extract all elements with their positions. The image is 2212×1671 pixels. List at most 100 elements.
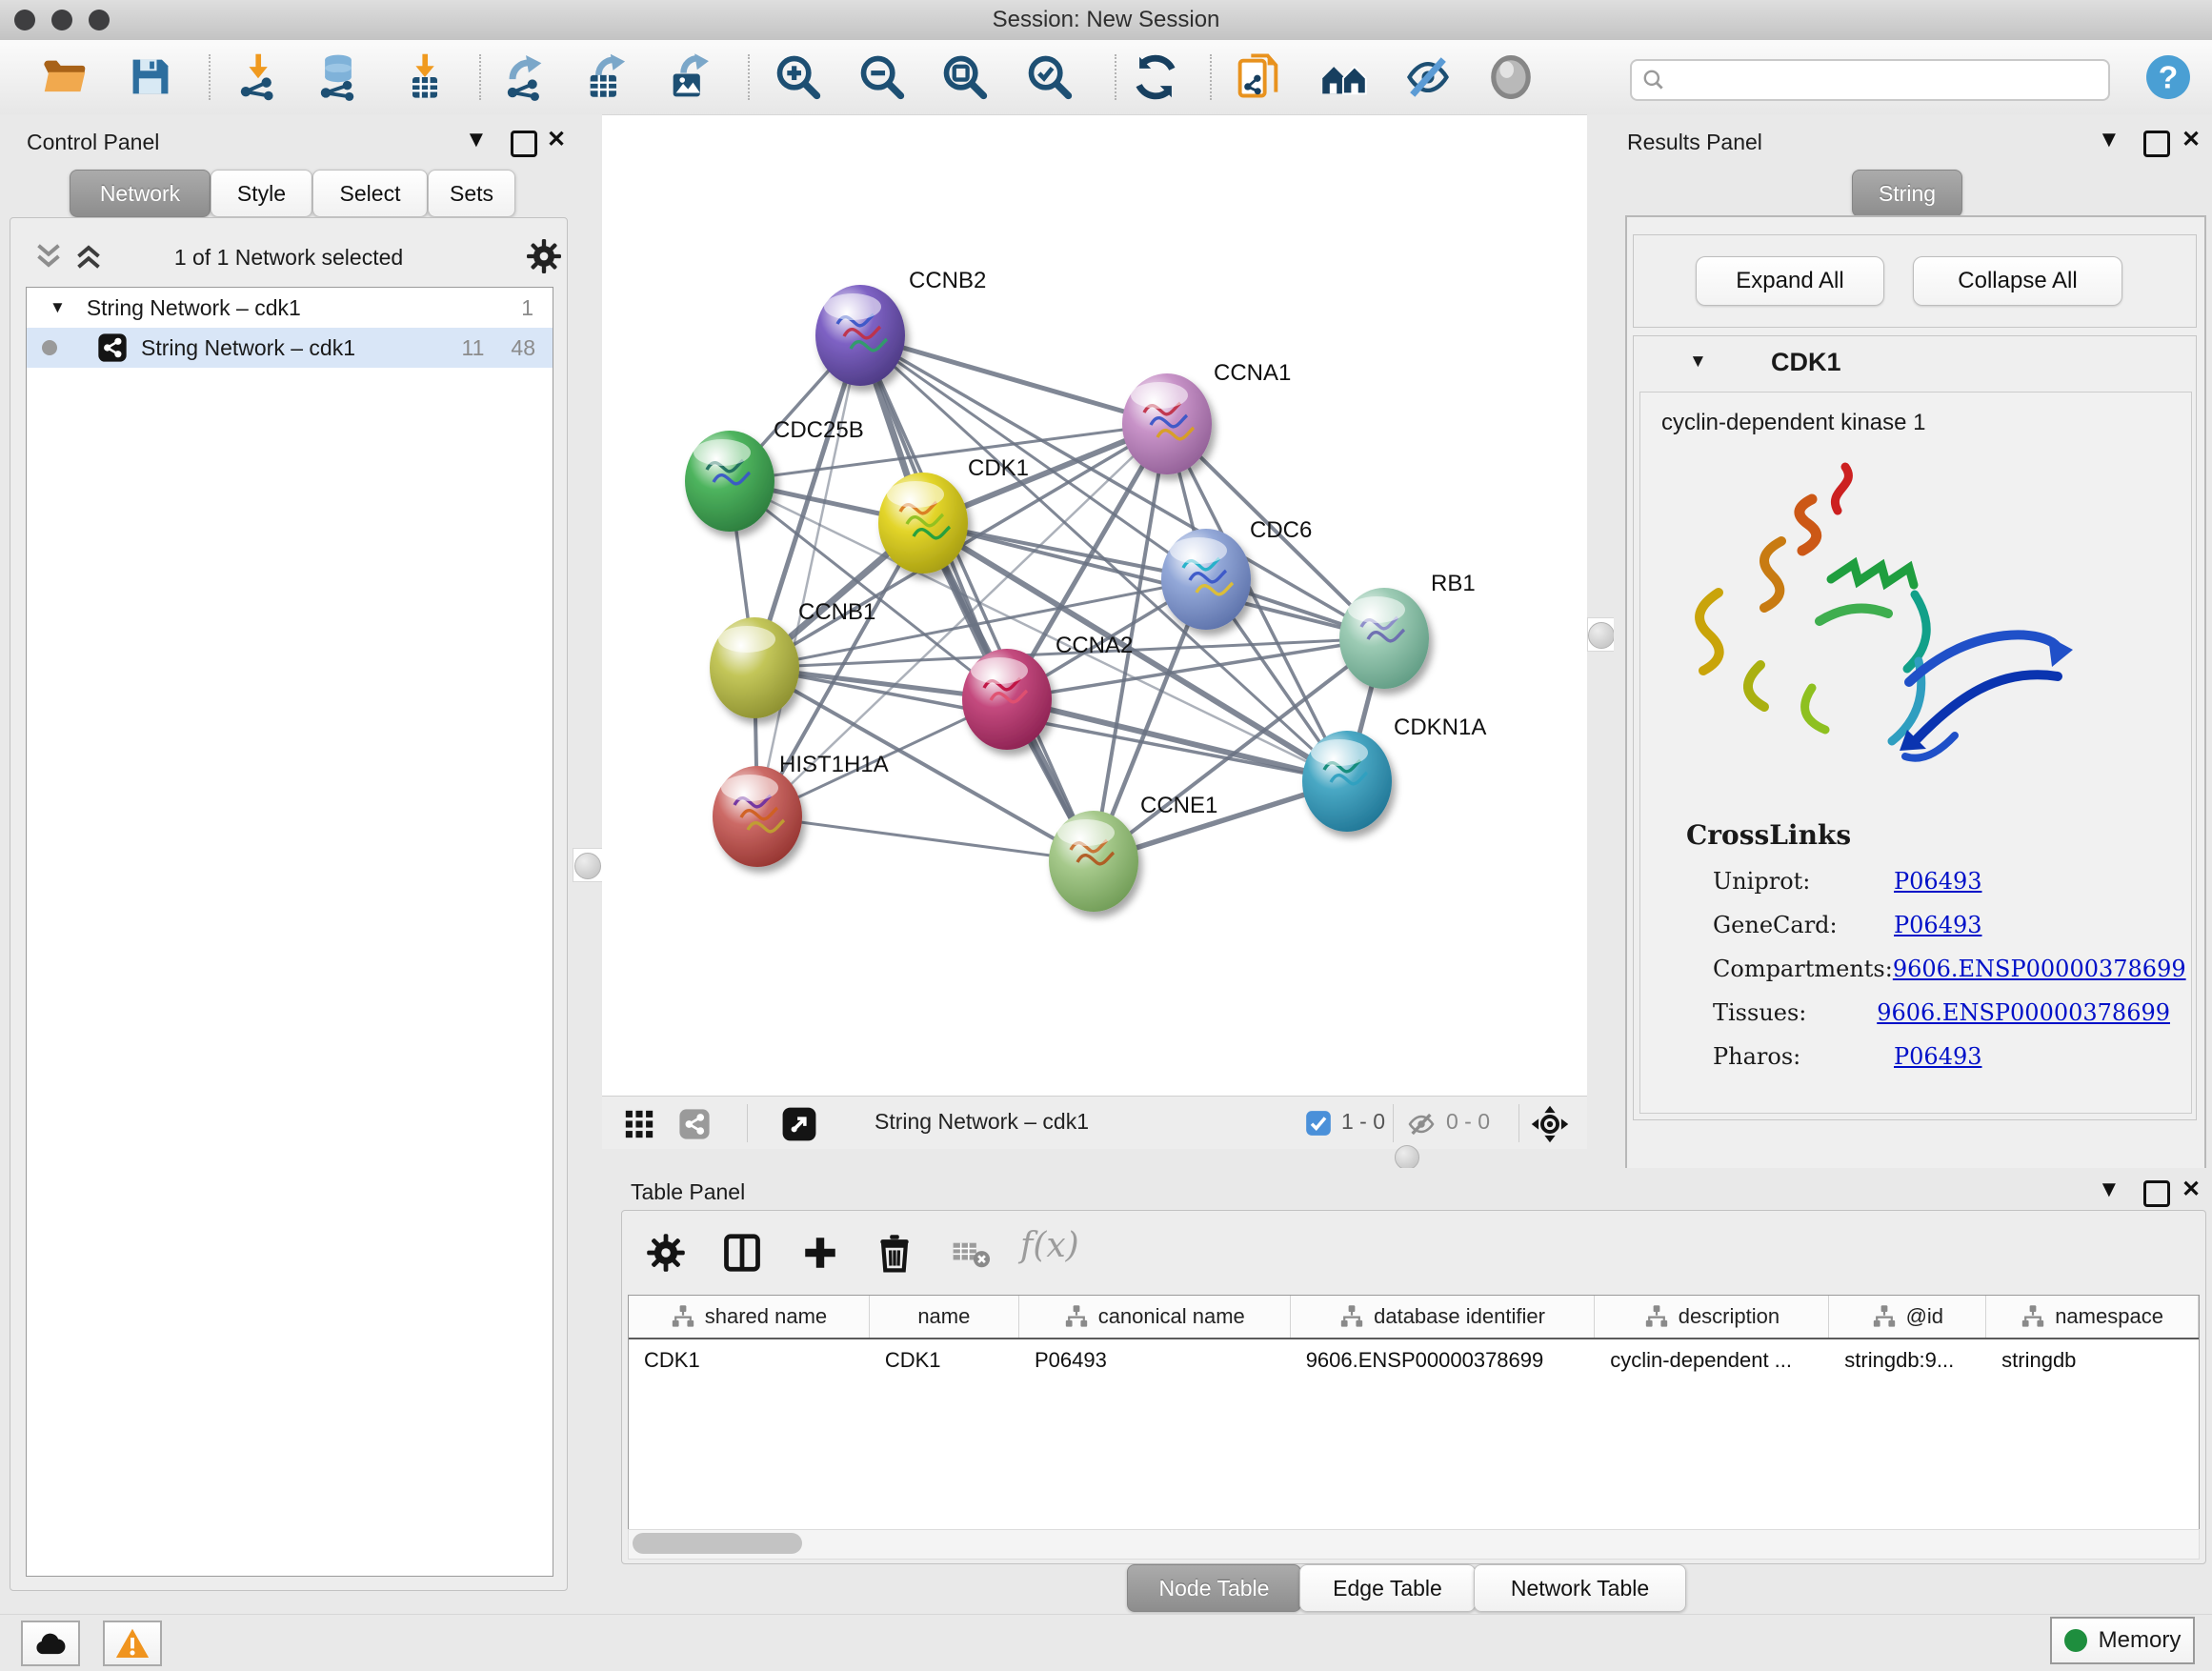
edge-CCNA2-CDKN1A[interactable] bbox=[1007, 699, 1347, 781]
table-panel-close-icon[interactable]: ✕ bbox=[2182, 1178, 2201, 1202]
node-CDC6[interactable] bbox=[1161, 529, 1251, 630]
save-session-icon[interactable] bbox=[126, 52, 175, 102]
node-CDC25B[interactable] bbox=[685, 431, 774, 532]
main-toolbar: ? bbox=[0, 40, 2212, 115]
control-panel-collapse-icon[interactable]: ▼ bbox=[465, 128, 488, 152]
highlight-eye-icon[interactable] bbox=[1486, 52, 1536, 102]
table-panel-float-icon[interactable] bbox=[2143, 1180, 2170, 1207]
edge-CCNB2-CCNA1[interactable] bbox=[860, 335, 1167, 424]
crosslink-value-link[interactable]: P06493 bbox=[1894, 912, 1982, 938]
tab-network[interactable]: Network bbox=[70, 170, 211, 217]
table-hscrollbar[interactable] bbox=[628, 1529, 2200, 1560]
selected-checkbox-icon[interactable] bbox=[1305, 1110, 1332, 1137]
zoom-in-icon[interactable] bbox=[774, 52, 823, 102]
results-panel-float-icon[interactable] bbox=[2143, 131, 2170, 157]
table-panel-collapse-icon[interactable]: ▼ bbox=[2098, 1178, 2121, 1202]
open-session-icon[interactable] bbox=[40, 52, 90, 102]
horizontal-splitter[interactable] bbox=[602, 1149, 1587, 1168]
memory-button[interactable]: Memory bbox=[2050, 1617, 2195, 1664]
node-CDKN1A[interactable] bbox=[1302, 731, 1392, 832]
tab-select[interactable]: Select bbox=[312, 170, 428, 217]
table-cell[interactable]: 9606.ENSP00000378699 bbox=[1291, 1339, 1596, 1381]
fit-selected-crosshair-icon[interactable] bbox=[1530, 1104, 1570, 1144]
column-header-name[interactable]: name bbox=[870, 1296, 1019, 1338]
table-cell[interactable]: CDK1 bbox=[870, 1339, 1019, 1381]
import-table-file-icon[interactable] bbox=[400, 52, 450, 102]
table-cell[interactable]: cyclin-dependent ... bbox=[1595, 1339, 1829, 1381]
vertical-splitter-right[interactable] bbox=[1587, 114, 1614, 1168]
network-options-gear-icon[interactable] bbox=[525, 237, 563, 275]
network-row-selected[interactable]: String Network – cdk1 11 48 bbox=[27, 328, 553, 368]
birds-eye-view-icon[interactable] bbox=[781, 1106, 817, 1142]
vertical-splitter-left[interactable] bbox=[572, 114, 602, 1614]
network-view-icon[interactable] bbox=[678, 1108, 711, 1140]
cloud-status-button[interactable] bbox=[21, 1621, 80, 1666]
table-cell[interactable]: CDK1 bbox=[629, 1339, 870, 1381]
zoom-out-icon[interactable] bbox=[857, 52, 907, 102]
expand-all-button[interactable]: Expand All bbox=[1696, 256, 1884, 306]
gene-section-expander-icon[interactable]: ▼ bbox=[1689, 352, 1707, 372]
edge-HIST1H1A-CCNE1[interactable] bbox=[757, 816, 1094, 861]
home-icon[interactable] bbox=[1319, 52, 1369, 102]
table-cell[interactable]: stringdb bbox=[1986, 1339, 2199, 1381]
import-network-database-icon[interactable] bbox=[313, 52, 363, 102]
warning-status-button[interactable] bbox=[103, 1621, 162, 1666]
column-header-database-identifier[interactable]: database identifier bbox=[1291, 1296, 1596, 1338]
zoom-fit-icon[interactable] bbox=[940, 52, 990, 102]
table-cell[interactable]: P06493 bbox=[1019, 1339, 1291, 1381]
control-panel-close-icon[interactable]: ✕ bbox=[547, 128, 566, 152]
help-icon[interactable]: ? bbox=[2143, 52, 2193, 102]
node-CCNA2[interactable] bbox=[962, 649, 1052, 750]
tab-edge-table[interactable]: Edge Table bbox=[1299, 1564, 1476, 1612]
tab-node-table[interactable]: Node Table bbox=[1127, 1564, 1301, 1612]
node-RB1[interactable] bbox=[1339, 588, 1429, 689]
export-table-icon[interactable] bbox=[582, 52, 632, 102]
table-options-gear-icon[interactable] bbox=[645, 1232, 687, 1274]
node-HIST1H1A[interactable] bbox=[713, 766, 802, 867]
results-panel-collapse-icon[interactable]: ▼ bbox=[2098, 128, 2121, 152]
refresh-view-icon[interactable] bbox=[1131, 52, 1180, 102]
crosslink-value-link[interactable]: P06493 bbox=[1894, 1043, 1982, 1070]
hide-panel-eye-icon[interactable] bbox=[1403, 52, 1453, 102]
column-header-canonical-name[interactable]: canonical name bbox=[1019, 1296, 1291, 1338]
table-row[interactable]: CDK1CDK1P064939606.ENSP00000378699cyclin… bbox=[629, 1339, 2199, 1381]
crosslink-value-link[interactable]: P06493 bbox=[1894, 868, 1982, 895]
table-hscrollbar-thumb[interactable] bbox=[633, 1533, 802, 1554]
edge-CCNB2-CCNE1[interactable] bbox=[860, 335, 1094, 861]
tree-expander-icon[interactable]: ▼ bbox=[50, 298, 66, 317]
node-CCNE1[interactable] bbox=[1049, 811, 1138, 912]
network-edge-count: 48 bbox=[511, 335, 535, 361]
show-columns-icon[interactable] bbox=[721, 1232, 763, 1274]
collapse-all-button[interactable]: Collapse All bbox=[1913, 256, 2122, 306]
tab-sets[interactable]: Sets bbox=[428, 170, 515, 217]
delete-column-trash-icon[interactable] bbox=[874, 1232, 915, 1274]
column-header-description[interactable]: description bbox=[1595, 1296, 1829, 1338]
import-network-file-icon[interactable] bbox=[233, 52, 283, 102]
tab-string-results[interactable]: String bbox=[1852, 170, 1962, 217]
string-document-icon[interactable] bbox=[1235, 52, 1284, 102]
node-label-CCNB2: CCNB2 bbox=[909, 268, 986, 293]
create-column-plus-icon[interactable] bbox=[799, 1232, 841, 1274]
network-collection-row[interactable]: ▼ String Network – cdk1 1 bbox=[27, 288, 553, 328]
zoom-selected-icon[interactable] bbox=[1025, 52, 1075, 102]
edge-CCNB2-HIST1H1A[interactable] bbox=[757, 335, 860, 816]
results-panel-close-icon[interactable]: ✕ bbox=[2182, 128, 2201, 152]
control-panel-float-icon[interactable] bbox=[511, 131, 537, 157]
tab-style[interactable]: Style bbox=[211, 170, 312, 217]
node-CCNA1[interactable] bbox=[1122, 373, 1212, 474]
node-CDK1[interactable] bbox=[878, 473, 968, 574]
table-cell[interactable]: stringdb:9... bbox=[1829, 1339, 1986, 1381]
column-header-namespace[interactable]: namespace bbox=[1986, 1296, 2199, 1338]
grid-view-icon[interactable] bbox=[623, 1108, 655, 1140]
tab-network-table[interactable]: Network Table bbox=[1474, 1564, 1686, 1612]
node-CCNB2[interactable] bbox=[815, 285, 905, 386]
node-CCNB1[interactable] bbox=[710, 617, 799, 718]
search-input[interactable] bbox=[1674, 65, 2097, 93]
column-header--id[interactable]: @id bbox=[1829, 1296, 1986, 1338]
crosslink-value-link[interactable]: 9606.ENSP00000378699 bbox=[1893, 956, 2186, 982]
crosslink-value-link[interactable]: 9606.ENSP00000378699 bbox=[1877, 999, 2170, 1026]
network-canvas[interactable]: CCNB2CCNA1CDC25BCDK1CDC6RB1CCNB1CCNA2CDK… bbox=[602, 114, 1587, 1097]
column-header-shared-name[interactable]: shared name bbox=[629, 1296, 870, 1338]
export-image-icon[interactable] bbox=[665, 52, 714, 102]
export-network-icon[interactable] bbox=[500, 52, 550, 102]
